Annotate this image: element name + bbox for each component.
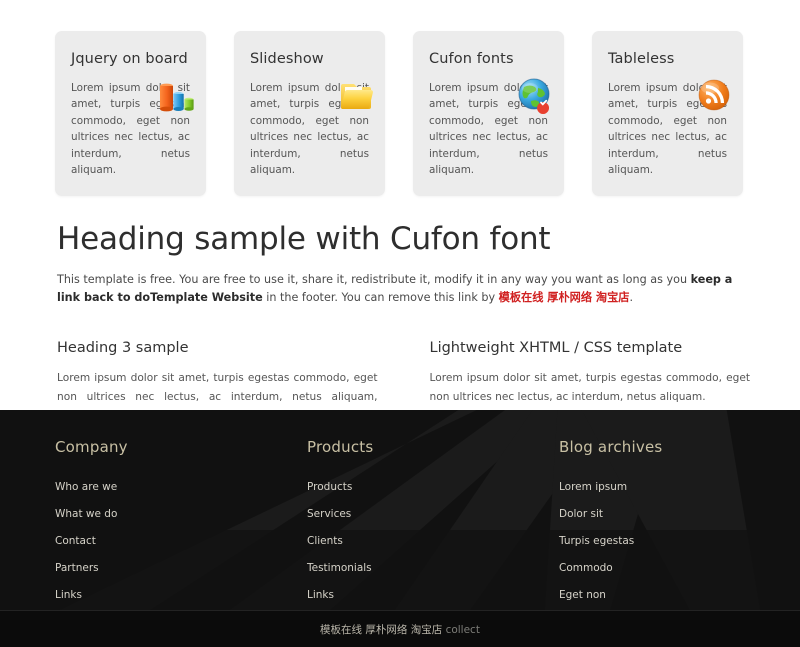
intro-paragraph: This template is free. You are free to u…	[57, 271, 745, 307]
footer-link[interactable]: Eget non	[559, 589, 606, 601]
intro-section: Heading sample with Cufon font This temp…	[0, 196, 800, 307]
column-body: Lorem ipsum dolor sit amet, turpis egest…	[429, 372, 751, 403]
list-item: Eget non	[559, 583, 799, 602]
footer-link-list: Lorem ipsum Dolor sit Turpis egestas Com…	[559, 475, 799, 602]
list-item: Partners	[55, 556, 307, 575]
footer-link[interactable]: Turpis egestas	[559, 535, 634, 547]
list-item: Clients	[307, 529, 559, 548]
list-item: Links	[307, 583, 559, 602]
feature-card-list: Jquery on board Lorem ipsum dolor sit am…	[0, 0, 800, 197]
footer-link-list: Products Services Clients Testimonials L…	[307, 475, 559, 602]
footer-link[interactable]: What we do	[55, 508, 117, 520]
feature-card-title: Cufon fonts	[429, 51, 514, 67]
bottom-credit-link[interactable]: 模板在线 厚朴网络 淘宝店	[320, 624, 442, 636]
bar-chart-icon	[157, 75, 197, 115]
column-heading: Lightweight XHTML / CSS template	[429, 340, 683, 357]
feature-card[interactable]: Tableless Lorem ipsum dolor sit amet, tu…	[592, 31, 743, 197]
globe-icon	[515, 75, 555, 115]
list-item: Lorem ipsum	[559, 475, 799, 494]
list-item: What we do	[55, 502, 307, 521]
feature-card[interactable]: Cufon fonts Lorem ipsum dolor sit amet, …	[413, 31, 564, 197]
page-root: Jquery on board Lorem ipsum dolor sit am…	[0, 0, 800, 647]
footer-link[interactable]: Who are we	[55, 481, 117, 493]
footer-column-blog-archives: Blog archives Lorem ipsum Dolor sit Turp…	[559, 438, 799, 610]
list-item: Dolor sit	[559, 502, 799, 521]
intro-text-2: in the footer. You can remove this link …	[262, 291, 499, 305]
intro-text-3: .	[629, 291, 634, 305]
footer-link[interactable]: Links	[307, 589, 334, 601]
list-item: Contact	[55, 529, 307, 548]
list-item: Testimonials	[307, 556, 559, 575]
footer-column-company: Company Who are we What we do Contact Pa…	[55, 438, 307, 610]
intro-text-1: This template is free. You are free to u…	[57, 273, 691, 287]
footer-link[interactable]: Products	[307, 481, 352, 493]
footer-column-products: Products Products Services Clients Testi…	[307, 438, 559, 610]
footer-link[interactable]: Testimonials	[307, 562, 372, 574]
feature-card[interactable]: Slideshow Lorem ipsum dolor sit amet, tu…	[234, 31, 385, 197]
feature-card[interactable]: Jquery on board Lorem ipsum dolor sit am…	[55, 31, 206, 197]
footer-link[interactable]: Clients	[307, 535, 343, 547]
template-credit-link[interactable]: 模板在线 厚朴网络 淘宝店	[499, 291, 630, 304]
footer-link-list: Who are we What we do Contact Partners L…	[55, 475, 307, 602]
footer-columns: Company Who are we What we do Contact Pa…	[0, 410, 800, 610]
feature-card-title: Jquery on board	[71, 51, 188, 67]
footer-link[interactable]: Contact	[55, 535, 96, 547]
folder-icon	[336, 75, 376, 115]
footer-column-title: Products	[307, 438, 374, 456]
footer-link[interactable]: Commodo	[559, 562, 613, 574]
feature-card-title: Slideshow	[250, 51, 324, 67]
list-item: Links	[55, 583, 307, 602]
footer-link[interactable]: Links	[55, 589, 82, 601]
list-item: Services	[307, 502, 559, 521]
bottom-copyright-bar: 模板在线 厚朴网络 淘宝店 collect	[0, 610, 800, 647]
column-heading: Heading 3 sample	[57, 340, 189, 357]
footer-link[interactable]: Dolor sit	[559, 508, 603, 520]
list-item: Commodo	[559, 556, 799, 575]
site-footer: Company Who are we What we do Contact Pa…	[0, 410, 800, 610]
footer-column-title: Company	[55, 438, 128, 456]
list-item: Turpis egestas	[559, 529, 799, 548]
footer-link[interactable]: Partners	[55, 562, 99, 574]
copyright-text: 模板在线 厚朴网络 淘宝店 collect	[320, 622, 480, 637]
rss-icon	[694, 75, 734, 115]
page-title: Heading sample with Cufon font	[57, 221, 551, 258]
footer-column-title: Blog archives	[559, 438, 663, 456]
footer-link[interactable]: Services	[307, 508, 351, 520]
footer-link[interactable]: Lorem ipsum	[559, 481, 627, 493]
bottom-credit-suffix: collect	[445, 623, 480, 636]
content-columns: Heading 3 sample Lorem ipsum dolor sit a…	[0, 307, 800, 425]
list-item: Who are we	[55, 475, 307, 494]
list-item: Products	[307, 475, 559, 494]
feature-card-title: Tableless	[608, 51, 675, 67]
